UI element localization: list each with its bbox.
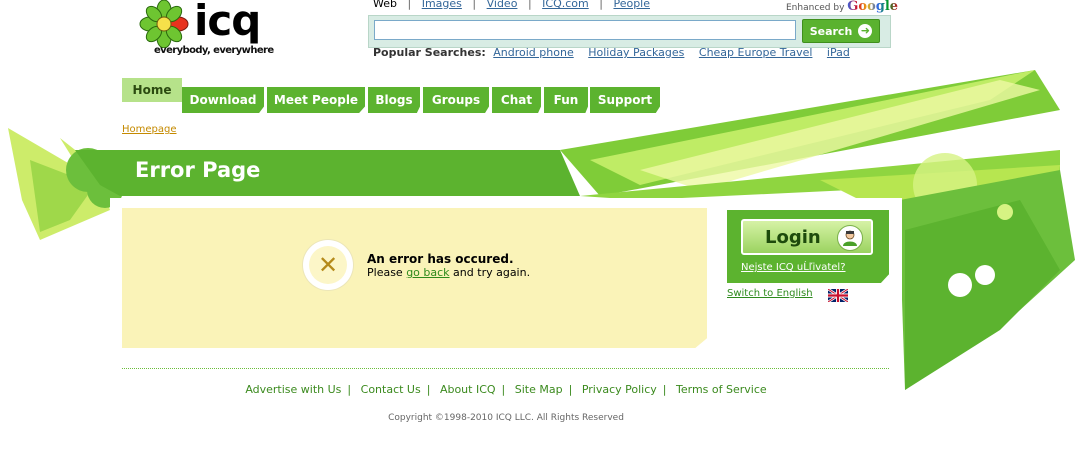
popular-item[interactable]: Holiday Packages (588, 46, 684, 59)
popular-item[interactable]: iPad (827, 46, 850, 59)
search-button[interactable]: Search ➜ (802, 19, 880, 43)
tab-chat[interactable]: Chat (492, 87, 541, 113)
search-input[interactable] (374, 20, 796, 40)
footer-link-sitemap[interactable]: Site Map (515, 383, 563, 396)
footer-link-privacy[interactable]: Privacy Policy (582, 383, 657, 396)
tab-fun[interactable]: Fun (544, 87, 588, 113)
logo-tagline: everybody, everywhere (154, 45, 274, 56)
user-icon (837, 225, 863, 251)
google-brand-text: Google (847, 0, 899, 14)
error-x-icon: ✕ (303, 240, 353, 290)
icq-logo[interactable]: icq everybody, everywhere (138, 0, 274, 62)
error-title: An error has occured. (367, 252, 514, 266)
error-message-after: and try again. (449, 266, 531, 279)
tab-download[interactable]: Download (182, 87, 264, 113)
page-title: Error Page (135, 158, 261, 182)
popular-searches-label: Popular Searches: (373, 46, 486, 59)
search-nav-video[interactable]: Video (487, 0, 518, 10)
footer-link-terms[interactable]: Terms of Service (676, 383, 767, 396)
search-button-label: Search (809, 24, 853, 38)
popular-searches: Popular Searches: Android phone Holiday … (373, 46, 861, 59)
breadcrumb-homepage[interactable]: Homepage (122, 124, 177, 135)
x-icon: ✕ (309, 246, 347, 284)
logo-brand-text: icq (194, 0, 261, 45)
login-button[interactable]: Login (741, 219, 873, 255)
popular-item[interactable]: Cheap Europe Travel (699, 46, 813, 59)
footer-link-contact[interactable]: Contact Us (361, 383, 421, 396)
search-nav-icqcom[interactable]: ICQ.com (542, 0, 589, 10)
enhanced-prefix: Enhanced by (786, 3, 845, 13)
uk-flag-icon[interactable] (828, 289, 848, 302)
search-nav-people[interactable]: People (613, 0, 650, 10)
switch-to-english-link[interactable]: Switch to English (727, 288, 813, 299)
tab-support[interactable]: Support (590, 87, 660, 113)
tab-home[interactable]: Home (122, 78, 182, 102)
popular-item[interactable]: Android phone (493, 46, 573, 59)
google-logo: Google (847, 0, 898, 14)
login-button-label: Login (765, 226, 821, 248)
footer-link-advertise[interactable]: Advertise with Us (245, 383, 341, 396)
search-type-nav: Web | Images | Video | ICQ.com | People (373, 0, 650, 10)
go-back-link[interactable]: go back (406, 266, 449, 279)
search-nav-images[interactable]: Images (422, 0, 462, 10)
footer-link-about[interactable]: About ICQ (440, 383, 496, 396)
search-box: Search ➜ (368, 15, 891, 48)
footer-divider (122, 368, 889, 369)
footer-links: Advertise with Us | Contact Us | About ICQ… (245, 383, 767, 396)
search-nav-web[interactable]: Web (373, 0, 397, 10)
error-message-before: Please (367, 266, 407, 279)
copyright-text: Copyright ©1998-2010 ICQ LLC. All Rights… (388, 413, 624, 423)
tab-groups[interactable]: Groups (423, 87, 489, 113)
arrow-right-icon: ➜ (858, 24, 873, 38)
tab-blogs[interactable]: Blogs (368, 87, 420, 113)
enhanced-by-google: Enhanced by Google (786, 0, 898, 14)
not-icq-user-link[interactable]: Nejste ICQ uĹľivatel? (741, 262, 846, 273)
tab-meet-people[interactable]: Meet People (267, 87, 365, 113)
error-message: Please go back and try again. (367, 266, 530, 279)
flower-icon (139, 0, 189, 48)
